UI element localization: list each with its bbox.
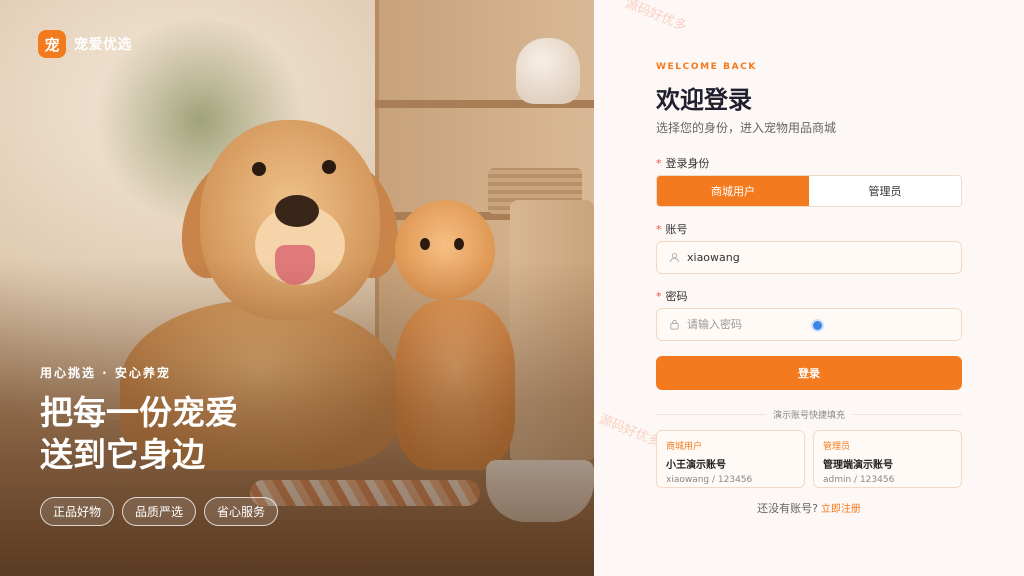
password-manager-icon[interactable] bbox=[811, 319, 824, 332]
quick-fill-label: 演示账号快捷填充 bbox=[773, 411, 846, 421]
account-label: * 账号 bbox=[656, 221, 688, 237]
register-link[interactable]: 立即注册 bbox=[821, 504, 861, 515]
login-panel: 源码好优多 源码好优多 WELCOME BACK 欢迎登录 选择您的身份，进入宠… bbox=[594, 0, 1024, 576]
watermark: 源码好优多 bbox=[622, 0, 689, 35]
role-label: * 登录身份 bbox=[656, 155, 710, 171]
role-label-text: 登录身份 bbox=[665, 157, 710, 170]
feature-chips: 正品好物 品质严选 省心服务 bbox=[40, 497, 279, 526]
required-mark: * bbox=[656, 290, 662, 303]
password-input[interactable] bbox=[687, 318, 907, 331]
account-input[interactable] bbox=[687, 251, 907, 264]
account-label-text: 账号 bbox=[665, 223, 688, 236]
hero-panel: 宠 宠爱优选 用心挑选 · 安心养宠 把每一份宠爱 送到它身边 正品好物 品质严… bbox=[0, 0, 594, 576]
demo-account-name: 管理端演示账号 bbox=[823, 460, 893, 471]
divider-line bbox=[656, 414, 765, 415]
password-label-text: 密码 bbox=[665, 290, 688, 303]
password-label: * 密码 bbox=[656, 288, 688, 304]
demo-accounts: 商城用户 小王演示账号 xiaowang / 123456 管理员 管理端演示账… bbox=[656, 430, 962, 488]
password-field[interactable] bbox=[656, 308, 962, 341]
feature-chip: 品质严选 bbox=[122, 497, 197, 526]
page-subtitle: 选择您的身份，进入宠物用品商城 bbox=[656, 121, 837, 135]
demo-account-name: 小王演示账号 bbox=[666, 460, 726, 471]
page-title: 欢迎登录 bbox=[656, 86, 752, 114]
demo-account-credentials: admin / 123456 bbox=[823, 475, 895, 485]
feature-chip: 正品好物 bbox=[40, 497, 115, 526]
hero-title-line: 送到它身边 bbox=[40, 435, 205, 474]
welcome-eyebrow: WELCOME BACK bbox=[656, 62, 757, 72]
divider-line bbox=[853, 414, 963, 415]
demo-account-credentials: xiaowang / 123456 bbox=[666, 475, 753, 485]
hero-title-line: 把每一份宠爱 bbox=[40, 393, 238, 432]
role-option-user[interactable]: 商城用户 bbox=[657, 176, 809, 206]
login-button[interactable]: 登录 bbox=[656, 356, 962, 390]
hero-slogan: 用心挑选 · 安心养宠 bbox=[40, 366, 171, 380]
account-field[interactable] bbox=[656, 241, 962, 274]
brand-name: 宠爱优选 bbox=[74, 37, 132, 53]
hero-overlay bbox=[0, 0, 594, 576]
required-mark: * bbox=[656, 157, 662, 170]
feature-chip: 省心服务 bbox=[204, 497, 279, 526]
brand[interactable]: 宠 宠爱优选 bbox=[38, 30, 132, 58]
hero-title: 把每一份宠爱 送到它身边 bbox=[40, 392, 340, 476]
register-prompt: 还没有账号? 立即注册 bbox=[656, 500, 962, 516]
lock-icon bbox=[667, 318, 681, 332]
brand-logo-icon: 宠 bbox=[38, 30, 66, 58]
watermark: 源码好优多 bbox=[596, 412, 663, 451]
demo-account-admin[interactable]: 管理员 管理端演示账号 admin / 123456 bbox=[813, 430, 962, 488]
demo-account-role: 管理员 bbox=[823, 442, 851, 452]
register-prompt-text: 还没有账号? bbox=[757, 502, 818, 515]
demo-account-user[interactable]: 商城用户 小王演示账号 xiaowang / 123456 bbox=[656, 430, 805, 488]
required-mark: * bbox=[656, 223, 662, 236]
role-option-admin[interactable]: 管理员 bbox=[809, 176, 961, 206]
quick-fill-divider: 演示账号快捷填充 bbox=[656, 408, 963, 421]
demo-account-role: 商城用户 bbox=[666, 442, 703, 452]
user-icon bbox=[667, 251, 681, 265]
role-selector: 商城用户 管理员 bbox=[656, 175, 962, 207]
